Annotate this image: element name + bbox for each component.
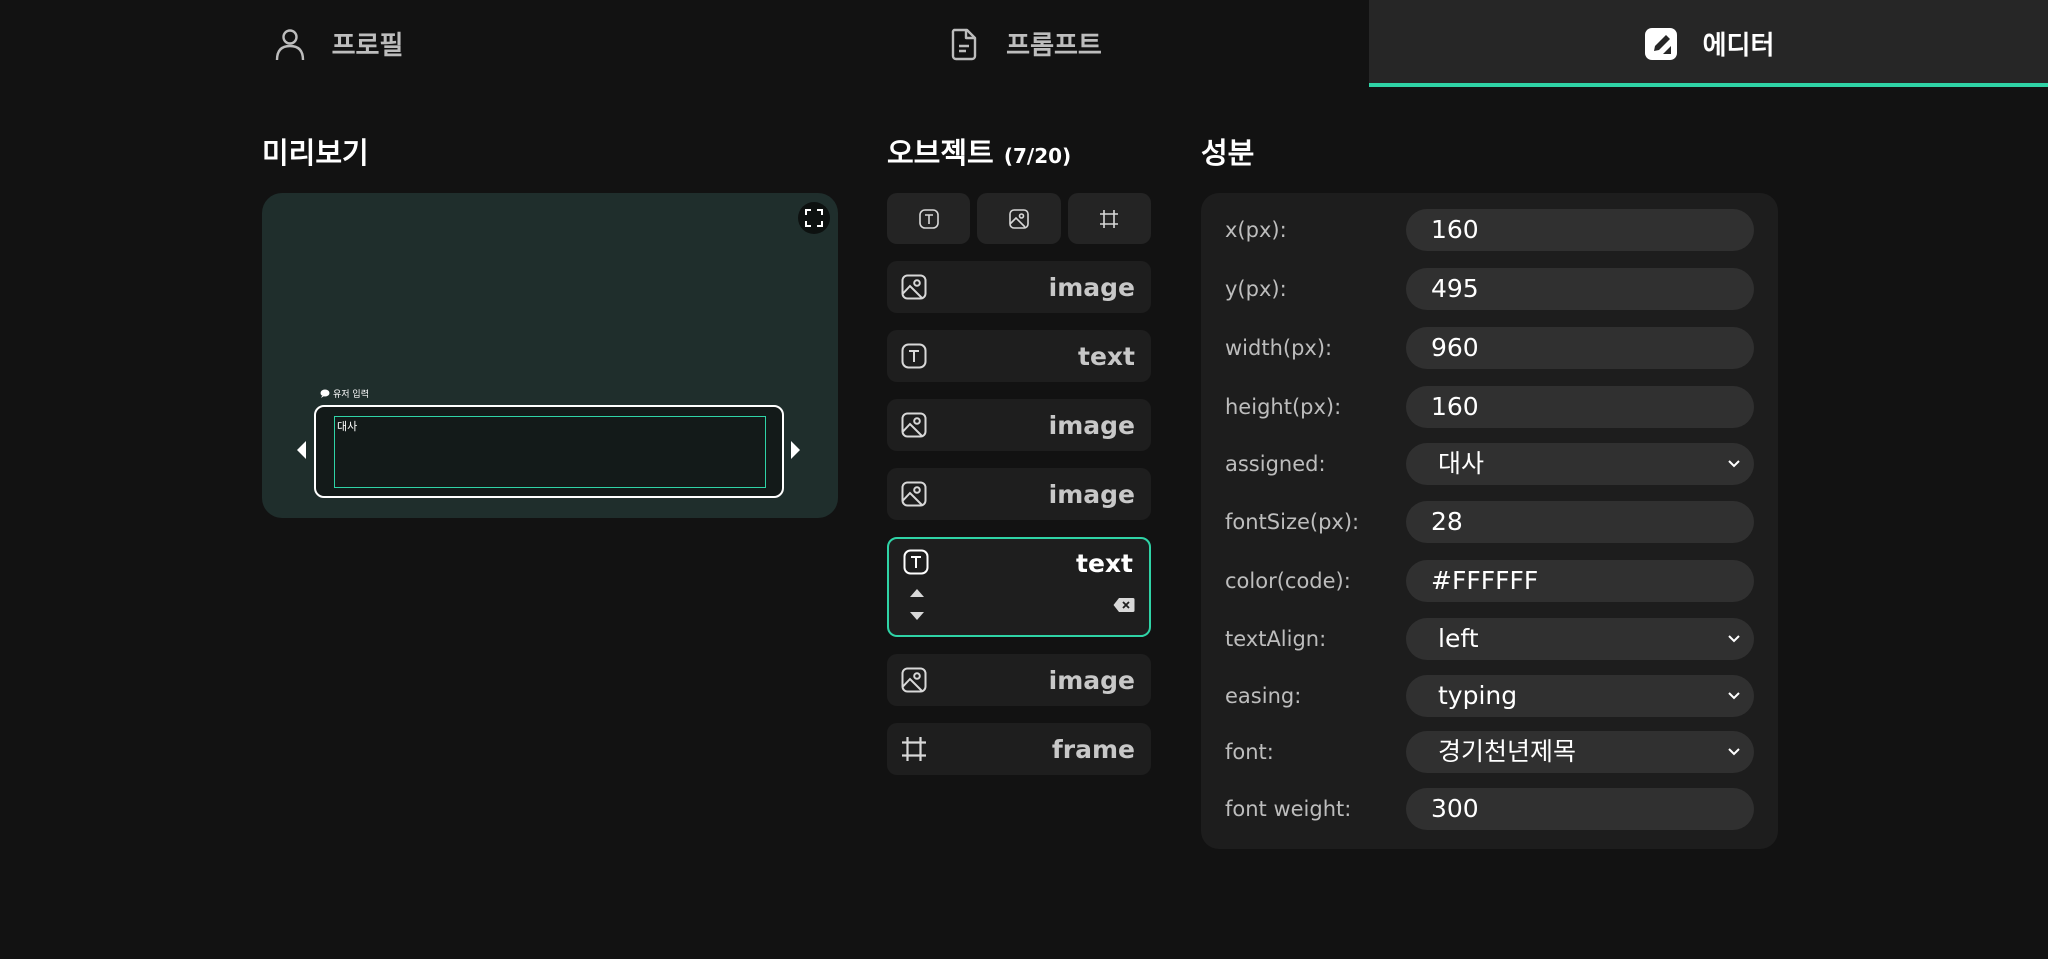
prop-label: width(px):: [1225, 336, 1333, 360]
text-icon: [918, 208, 939, 229]
objects-count: (7/20): [1003, 144, 1072, 168]
properties-title: 성분: [1201, 136, 1255, 170]
prop-row-font: font: 경기천년제목: [1201, 731, 1778, 773]
prop-row-height: height(px): 160: [1201, 386, 1778, 428]
move-up-icon[interactable]: [910, 589, 924, 597]
add-frame-button[interactable]: [1067, 193, 1151, 244]
dialog-text-object[interactable]: 대사: [334, 416, 766, 488]
height-input[interactable]: 160: [1406, 386, 1754, 428]
object-item-label: image: [1048, 272, 1135, 302]
edit-icon: [1643, 26, 1679, 62]
prop-row-color: color(code): #FFFFFF: [1201, 560, 1778, 602]
object-item-image[interactable]: image: [887, 468, 1151, 520]
tab-prompt[interactable]: 프롬프트: [683, 0, 1365, 87]
font-weight-input[interactable]: 300: [1406, 788, 1754, 830]
prop-row-font-size: fontSize(px): 28: [1201, 501, 1778, 543]
prop-row-easing: easing: typing: [1201, 675, 1778, 717]
chevron-down-icon: [1726, 687, 1742, 703]
prop-row-font-weight: font weight: 300: [1201, 788, 1778, 830]
chevron-down-icon: [1726, 630, 1742, 646]
properties-panel: x(px): 160 y(px): 495 width(px): 960 hei…: [1201, 193, 1778, 849]
object-toolbar: [887, 193, 1151, 244]
prop-label: y(px):: [1225, 277, 1287, 301]
previous-arrow-icon[interactable]: [297, 441, 306, 459]
object-item-label: frame: [1051, 734, 1135, 764]
move-down-icon[interactable]: [910, 612, 924, 620]
image-icon: [1009, 208, 1029, 229]
document-icon: [946, 26, 982, 62]
easing-value: typing: [1438, 681, 1518, 710]
x-input[interactable]: 160: [1406, 209, 1754, 251]
font-value: 경기천년제목: [1438, 737, 1577, 766]
text-align-select[interactable]: left: [1406, 618, 1754, 660]
image-icon: [901, 412, 927, 438]
prop-label: color(code):: [1225, 569, 1351, 593]
prop-label: fontSize(px):: [1225, 510, 1360, 534]
frame-icon: [901, 736, 927, 762]
preview-canvas: 유저 입력 대사: [262, 193, 838, 518]
user-icon: [272, 26, 308, 62]
object-item-label: image: [1048, 665, 1135, 695]
object-item-image[interactable]: image: [887, 654, 1151, 706]
chat-bubble-icon: [320, 389, 330, 398]
object-item-text-selected[interactable]: text: [887, 537, 1151, 637]
top-tab-bar: 프로필 프롬프트 에디터: [0, 0, 2048, 87]
chevron-down-icon: [1726, 455, 1742, 471]
prop-label: textAlign:: [1225, 627, 1327, 651]
prop-row-width: width(px): 960: [1201, 327, 1778, 369]
object-list: image text image image text image frame: [887, 261, 1151, 792]
prop-label: x(px):: [1225, 218, 1287, 242]
tab-profile[interactable]: 프로필: [0, 0, 675, 87]
text-align-value: left: [1438, 624, 1479, 653]
fullscreen-icon: [805, 209, 823, 227]
assigned-select[interactable]: 대사: [1406, 443, 1754, 485]
preview-title: 미리보기: [262, 136, 369, 170]
prop-label: height(px):: [1225, 395, 1342, 419]
next-arrow-icon[interactable]: [791, 441, 800, 459]
image-icon: [901, 481, 927, 507]
prop-row-y: y(px): 495: [1201, 268, 1778, 310]
width-input[interactable]: 960: [1406, 327, 1754, 369]
object-item-label: image: [1048, 410, 1135, 440]
add-image-button[interactable]: [977, 193, 1061, 244]
color-input[interactable]: #FFFFFF: [1406, 560, 1754, 602]
dialog-box[interactable]: 대사: [314, 405, 784, 498]
tab-prompt-label: 프롬프트: [1006, 31, 1102, 61]
object-item-image[interactable]: image: [887, 399, 1151, 451]
prop-row-assigned: assigned: 대사: [1201, 443, 1778, 485]
tab-editor-label: 에디터: [1702, 31, 1775, 61]
prop-row-x: x(px): 160: [1201, 209, 1778, 251]
text-icon: [903, 549, 929, 575]
image-icon: [901, 274, 927, 300]
tab-editor[interactable]: 에디터: [1369, 0, 2048, 87]
user-input-text: 유저 입력: [333, 390, 369, 400]
fullscreen-button[interactable]: [798, 202, 830, 234]
object-item-label: text: [1078, 341, 1135, 371]
object-item-frame[interactable]: frame: [887, 723, 1151, 775]
object-item-image[interactable]: image: [887, 261, 1151, 313]
font-size-input[interactable]: 28: [1406, 501, 1754, 543]
tab-profile-label: 프로필: [331, 31, 404, 61]
frame-icon: [1099, 209, 1119, 229]
prop-label: font weight:: [1225, 797, 1352, 821]
font-select[interactable]: 경기천년제목: [1406, 731, 1754, 773]
object-item-label: text: [1076, 549, 1133, 578]
prop-label: font:: [1225, 740, 1274, 764]
assigned-value: 대사: [1438, 449, 1485, 478]
text-icon: [901, 343, 927, 369]
delete-icon[interactable]: [1113, 597, 1135, 613]
objects-title: 오브젝트 (7/20): [887, 130, 1071, 172]
user-input-label: 유저 입력: [320, 387, 369, 400]
objects-title-text: 오브젝트: [887, 136, 994, 170]
prop-label: assigned:: [1225, 452, 1326, 476]
prop-row-text-align: textAlign: left: [1201, 618, 1778, 660]
image-icon: [901, 667, 927, 693]
chevron-down-icon: [1726, 743, 1742, 759]
object-item-label: image: [1048, 479, 1135, 509]
y-input[interactable]: 495: [1406, 268, 1754, 310]
object-item-text[interactable]: text: [887, 330, 1151, 382]
add-text-button[interactable]: [887, 193, 971, 244]
easing-select[interactable]: typing: [1406, 675, 1754, 717]
prop-label: easing:: [1225, 684, 1302, 708]
